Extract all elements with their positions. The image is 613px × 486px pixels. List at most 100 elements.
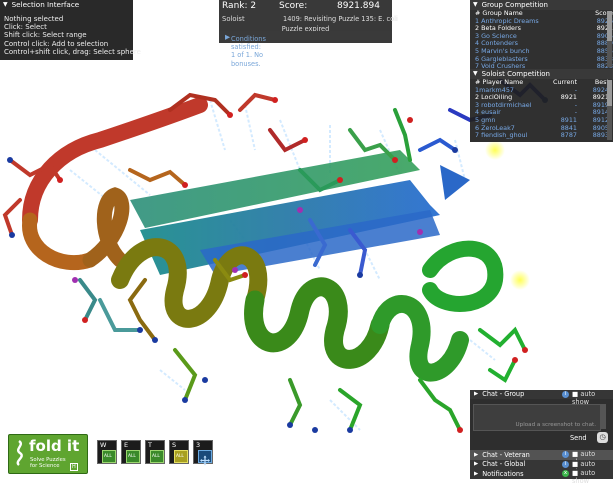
chat-group-title: Chat - Group xyxy=(482,390,525,399)
player-name: 6 ZeroLeak7 xyxy=(475,124,515,132)
checkbox-icon[interactable]: ■ xyxy=(572,450,578,458)
info-icon[interactable]: i xyxy=(562,451,569,458)
chat-veteran-header[interactable]: ▶ Chat - Veteran i ■ auto show xyxy=(470,450,613,466)
logo-text: fold it xyxy=(29,437,80,455)
table-row[interactable]: 4 eusair -8914 xyxy=(470,109,613,117)
conditions-text[interactable]: ▶ Conditions satisfied: 1 of 1. No bonus… xyxy=(225,33,266,68)
chat-scrollbar[interactable] xyxy=(601,404,606,429)
group-name: 3 Go Science xyxy=(475,32,517,40)
auto-show-toggle[interactable]: ■ auto show xyxy=(572,469,613,485)
table-row[interactable]: 5 gmn 8911 8912 xyxy=(470,116,613,125)
selection-interface-header[interactable]: ▼ Selection Interface xyxy=(0,0,133,10)
player-name: 7 fiendish_ghoul xyxy=(475,132,528,140)
table-row[interactable]: 7 fiendish_ghoul 8787 8893 xyxy=(470,132,613,140)
send-button[interactable]: Send xyxy=(570,434,587,442)
player-current: - xyxy=(574,100,577,109)
close-icon[interactable]: x xyxy=(562,470,569,478)
conditions-bar[interactable]: ▶ Conditions satisfied: 1 of 1. No bonus… xyxy=(219,31,392,68)
tool-move[interactable]: 3 xyxy=(193,440,213,466)
play-mode: Soloist xyxy=(222,15,245,23)
collapse-arrow-icon[interactable]: ▼ xyxy=(473,70,478,78)
player-name: 1markm457 xyxy=(475,86,514,94)
group-scrollbar-thumb[interactable] xyxy=(607,11,612,41)
group-table-header: # Group Name Score xyxy=(470,9,613,18)
chat-veteran-title: Chat - Veteran xyxy=(482,450,530,459)
tool-wiggle-sidechains[interactable]: E ALL xyxy=(121,440,141,464)
selection-interface-panel: ▼ Selection Interface Nothing selected C… xyxy=(0,0,141,60)
upload-hint: Upload a screenshot to chat. xyxy=(515,422,596,428)
selection-interface-title: Selection Interface xyxy=(11,0,80,9)
hotkey-label: W xyxy=(100,441,107,449)
selection-status: Nothing selected xyxy=(4,15,64,23)
chat-group-header[interactable]: ▶ Chat - Group i ■ auto show xyxy=(470,390,613,406)
group-competition-header[interactable]: ▼ Group Competition xyxy=(470,0,613,10)
notifications-header[interactable]: ▶ Notifications x ■ auto show xyxy=(470,469,613,485)
group-competition-title: Group Competition xyxy=(481,0,548,9)
checkbox-icon[interactable]: ■ xyxy=(572,460,578,468)
table-row[interactable]: 5 Marvin's bunch 8855 xyxy=(470,47,613,56)
group-name: 1 Anthropic Dreams xyxy=(475,17,539,25)
table-row[interactable]: 1markm457-8924 xyxy=(470,86,613,95)
collapse-arrow-icon[interactable]: ▶ xyxy=(474,390,478,398)
table-row[interactable]: 6 ZeroLeak7 8841 8905 xyxy=(470,124,613,133)
collapse-arrow-icon[interactable]: ▼ xyxy=(473,1,478,9)
player-name: 3 robotdirmichael xyxy=(475,101,532,109)
checkbox-icon[interactable]: ■ xyxy=(572,390,578,398)
table-row[interactable]: 3 Go Science 8905 xyxy=(470,32,613,41)
selection-help-control-click: Control click: Add to selection xyxy=(4,39,109,48)
chat-input[interactable]: Upload a screenshot to chat. xyxy=(473,404,601,431)
tool-shake[interactable]: S ALL xyxy=(169,440,189,464)
table-row[interactable]: 3 robotdirmichael -8919 xyxy=(470,100,613,110)
foldit-logo[interactable]: fold it Solve Puzzles for Science H xyxy=(8,434,88,474)
collapse-arrow-icon[interactable]: ▶ xyxy=(474,470,478,478)
chat-global-header[interactable]: ▶ Chat - Global i ■ auto show xyxy=(470,459,613,476)
tool-tweak[interactable]: T ALL xyxy=(145,440,165,464)
player-current: 8787 xyxy=(560,131,577,140)
table-row[interactable]: 1 Anthropic Dreams 8926 xyxy=(470,17,613,26)
player-name: 2 LociOiling xyxy=(475,94,513,102)
collapse-arrow-icon[interactable]: ▼ xyxy=(3,1,8,9)
tweak-icon: ALL xyxy=(150,450,164,463)
rank-label: Rank: 2 xyxy=(222,1,257,11)
table-row[interactable]: 6 Gargleblasters 8833 xyxy=(470,55,613,64)
table-row[interactable]: 2 LociOiling 8921 8921 xyxy=(470,94,613,102)
chat-tabs-panel: ▶ Chat - Veteran i ■ auto show ▶ Chat - … xyxy=(470,450,613,485)
hotkey-label: S xyxy=(172,441,177,449)
soloist-scrollbar-thumb[interactable] xyxy=(607,80,612,106)
conditions-label: Conditions satisfied: 1 of 1. No bonuses… xyxy=(231,35,266,68)
soloist-competition-header[interactable]: ▼ Soloist Competition xyxy=(470,69,613,79)
selection-help-sphere: Control+shift click, drag: Select sphere xyxy=(4,47,141,56)
logo-tagline: Solve Puzzles for Science xyxy=(30,457,66,469)
group-competition-panel: ▼ Group Competition # Group Name Score 1… xyxy=(470,0,613,70)
move-arrows-icon xyxy=(198,450,212,466)
collapse-arrow-icon[interactable]: ▶ xyxy=(474,460,478,468)
col-current: Current xyxy=(552,78,577,86)
clock-icon[interactable]: ◷ xyxy=(597,432,608,443)
group-name: 2 Beta Folders xyxy=(475,25,521,33)
soloist-table-header: # Player Name Current Best xyxy=(470,78,613,87)
hotkey-label: T xyxy=(148,441,152,449)
ribbon-icon xyxy=(16,440,23,466)
hotkey-label: E xyxy=(124,441,129,449)
score-label: Score: xyxy=(279,1,308,11)
group-name: 6 Gargleblasters xyxy=(475,55,528,63)
collapse-arrow-icon[interactable]: ▶ xyxy=(474,451,478,459)
table-row[interactable]: 4 Contenders 8889 xyxy=(470,40,613,48)
tool-wiggle-all[interactable]: W ALL xyxy=(97,440,117,464)
checkbox-icon[interactable]: ■ xyxy=(572,469,578,477)
player-current: 8921 xyxy=(560,93,577,102)
col-player-name: # Player Name xyxy=(475,79,524,86)
player-best: 8893 xyxy=(592,131,609,140)
logo-tagline-line2: for Science xyxy=(30,463,60,469)
soloist-competition-panel: ▼ Soloist Competition # Player Name Curr… xyxy=(470,69,613,142)
puzzle-title: 1409: Revisiting Puzzle 135: E. coli xyxy=(283,15,398,23)
group-name: 4 Contenders xyxy=(475,40,518,48)
info-icon[interactable]: i xyxy=(562,391,569,398)
player-name: 4 eusair xyxy=(475,109,501,117)
info-icon[interactable]: i xyxy=(562,460,569,468)
notifications-title: Notifications xyxy=(482,469,524,478)
crosshair-arrows-icon xyxy=(200,455,210,466)
table-row[interactable]: 2 Beta Folders 8921 xyxy=(470,25,613,33)
hotkey-label: 3 xyxy=(196,441,201,449)
chat-group-panel: ▶ Chat - Group i ■ auto show Upload a sc… xyxy=(470,390,613,450)
